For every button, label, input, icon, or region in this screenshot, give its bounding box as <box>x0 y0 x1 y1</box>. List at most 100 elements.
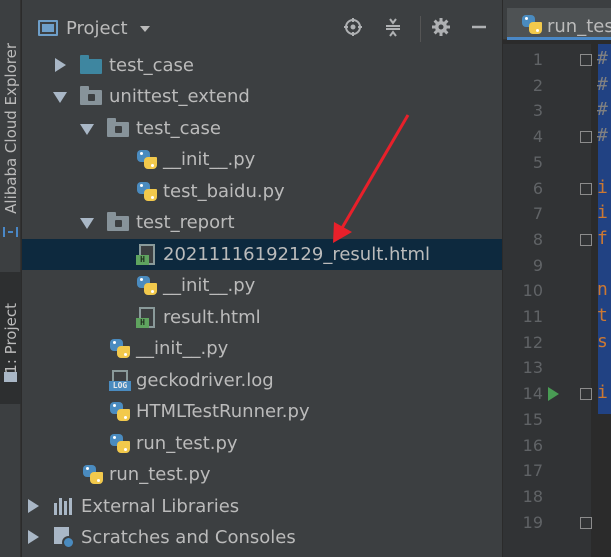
tree-item-result-html-selected[interactable]: H 20211116192129_result.html <box>22 239 502 270</box>
line-number: 13 <box>522 358 543 378</box>
tree-item-geckodriver-log[interactable]: LOG geckodriver.log <box>22 365 502 396</box>
hide-icon[interactable] <box>468 16 490 38</box>
tree-item-scratches-and-consoles[interactable]: Scratches and Consoles <box>22 522 502 553</box>
line-number: 10 <box>522 281 543 301</box>
code-char: n <box>597 279 608 301</box>
tree-item-init-py[interactable]: __init__.py <box>22 333 502 364</box>
project-tool-label: 1: Project <box>1 302 20 374</box>
run-icon[interactable] <box>548 387 559 402</box>
code-char: i <box>597 176 608 198</box>
tree-item-label: __init__.py <box>163 275 256 296</box>
code-char: # <box>597 73 608 95</box>
project-tool-tab[interactable]: 1: Project <box>0 272 21 404</box>
tree-item-external-libraries[interactable]: External Libraries <box>22 491 502 522</box>
editor-pane: run_test 12345678910111213141516171819 #… <box>503 0 611 557</box>
code-char: # <box>597 48 608 69</box>
code-char: # <box>597 99 608 121</box>
folder-icon <box>80 55 102 76</box>
line-number: 12 <box>522 332 543 352</box>
libraries-icon <box>53 496 75 517</box>
chevron-down-icon[interactable] <box>53 92 67 103</box>
html-file-icon: H <box>136 307 158 328</box>
locate-icon[interactable] <box>342 16 364 38</box>
editor-tab-run-test[interactable]: run_test <box>507 8 611 40</box>
tree-item-label: unittest_extend <box>109 86 250 107</box>
tree-item-label: result.html <box>163 307 261 328</box>
package-icon <box>107 212 129 233</box>
gear-icon[interactable] <box>430 16 452 38</box>
chevron-down-icon[interactable] <box>140 26 150 32</box>
line-number: 8 <box>532 229 543 249</box>
tree-item-unittest-extend[interactable]: unittest_extend <box>22 81 502 112</box>
chevron-right-icon[interactable] <box>28 530 39 544</box>
tree-item-label: Scratches and Consoles <box>81 527 296 548</box>
python-file-icon <box>82 464 104 485</box>
tree-item-result-html[interactable]: H result.html <box>22 302 502 333</box>
code-char: # <box>597 125 608 147</box>
fold-end-marker-icon[interactable] <box>580 131 592 144</box>
editor-tab-label: run_test <box>547 16 611 37</box>
scratches-icon <box>53 527 75 549</box>
panel-title[interactable]: Project <box>66 18 128 39</box>
tree-item-run-test-py[interactable]: run_test.py <box>22 428 502 459</box>
tree-item-label: __init__.py <box>163 149 256 170</box>
python-file-icon <box>109 338 131 359</box>
fold-marker-icon[interactable] <box>580 388 592 401</box>
code-char: t <box>597 305 608 326</box>
log-file-icon: LOG <box>109 370 131 391</box>
tree-item-run-test-py-root[interactable]: run_test.py <box>22 459 502 490</box>
tree-item-test-report[interactable]: test_report <box>22 207 502 238</box>
tree-item-label: run_test.py <box>109 464 211 485</box>
tree-item-test-case-root[interactable]: test_case <box>22 50 502 81</box>
alibaba-cloud-explorer-label: Alibaba Cloud Explorer <box>1 42 20 214</box>
line-number: 17 <box>522 461 543 481</box>
project-panel: Project test_case unittest_extend test_c… <box>22 0 518 557</box>
tree-item-label: test_case <box>109 55 194 76</box>
python-file-icon <box>109 433 131 454</box>
alibaba-cloud-explorer-tab[interactable]: Alibaba Cloud Explorer <box>0 38 21 218</box>
fold-end-marker-icon[interactable] <box>580 233 592 246</box>
tree-item-test-case[interactable]: test_case <box>22 113 502 144</box>
code-char: s <box>597 330 608 352</box>
collapse-all-icon[interactable] <box>382 16 404 38</box>
tree-item-label: __init__.py <box>136 338 229 359</box>
html-file-icon: H <box>136 244 158 265</box>
chevron-down-icon[interactable] <box>80 218 94 229</box>
project-view-icon <box>38 20 58 36</box>
line-number: 3 <box>532 101 543 121</box>
line-number: 16 <box>522 435 543 455</box>
tree-item-label: run_test.py <box>136 433 238 454</box>
tool-window-strip: Alibaba Cloud Explorer 1: Project <box>0 0 21 557</box>
chevron-down-icon[interactable] <box>80 124 94 135</box>
cloud-icon <box>3 227 18 237</box>
chevron-right-icon[interactable] <box>55 58 66 72</box>
line-number: 6 <box>532 178 543 198</box>
tree-item-test-baidu-py[interactable]: test_baidu.py <box>22 176 502 207</box>
editor-tab-bar: run_test <box>503 0 611 40</box>
fold-marker-icon[interactable] <box>580 54 592 66</box>
code-char: f <box>597 227 608 249</box>
code-char: i <box>597 382 608 404</box>
tree-item-init-py[interactable]: __init__.py <box>22 144 502 175</box>
fold-end-marker-icon[interactable] <box>580 516 592 529</box>
chevron-right-icon[interactable] <box>28 499 39 513</box>
line-number: 9 <box>532 255 543 275</box>
python-file-icon <box>109 401 131 422</box>
tree-item-label: test_case <box>136 118 221 139</box>
tree-item-htmltestrunner-py[interactable]: HTMLTestRunner.py <box>22 396 502 427</box>
line-number: 4 <box>532 127 543 147</box>
line-number: 7 <box>532 204 543 224</box>
line-number: 18 <box>522 486 543 506</box>
folder-icon <box>4 372 17 382</box>
line-number: 15 <box>522 409 543 429</box>
tree-item-label: External Libraries <box>81 496 240 517</box>
python-file-icon <box>136 275 158 296</box>
tree-item-init-py[interactable]: __init__.py <box>22 270 502 301</box>
tree-item-label: test_baidu.py <box>163 181 285 202</box>
fold-marker-icon[interactable] <box>580 182 592 195</box>
python-file-icon <box>136 149 158 170</box>
line-number: 5 <box>532 152 543 172</box>
line-number: 19 <box>522 512 543 532</box>
package-icon <box>107 118 129 139</box>
package-icon <box>80 86 102 107</box>
